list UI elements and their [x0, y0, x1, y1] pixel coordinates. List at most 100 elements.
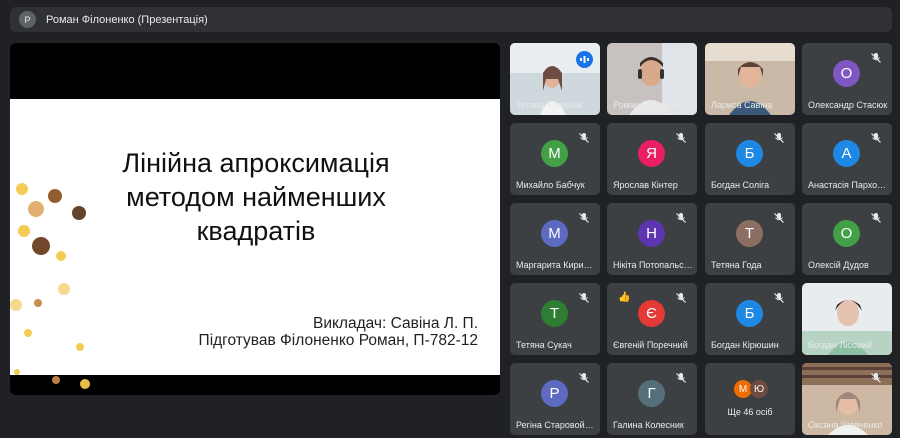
participant-tile-video[interactable]: Роман Філоненко: [607, 43, 697, 115]
participant-avatar: Р: [541, 380, 568, 407]
participant-name: Галина Колесник: [613, 420, 684, 430]
participant-tile[interactable]: Н Нікіта Потопальський: [607, 203, 697, 275]
participant-name: Богдан Соліга: [711, 180, 770, 190]
mic-off-icon: [871, 213, 881, 223]
more-participants-tile[interactable]: М Ю Ще 46 осіб: [705, 363, 795, 435]
mic-off-icon: [676, 213, 686, 223]
slide-title: Лінійна апроксимація методом найменших к…: [66, 146, 446, 248]
participant-tile[interactable]: М Михайло Бабчук: [510, 123, 600, 195]
participant-tile[interactable]: Р Регіна Старовойтова: [510, 363, 600, 435]
participant-tile[interactable]: О Олександр Стасюк: [802, 43, 892, 115]
clap-reaction-icon: [18, 225, 30, 237]
participant-name: Оксана Шевченко: [808, 420, 883, 430]
mic-off-icon: [871, 53, 881, 63]
mic-off-icon: [871, 373, 881, 383]
participant-tile-video[interactable]: Тетяна Куринна: [510, 43, 600, 115]
participant-tile[interactable]: Г Галина Колесник: [607, 363, 697, 435]
participant-avatar: Є: [638, 300, 665, 327]
slide-title-line-2: методом найменших: [126, 182, 386, 212]
clap-reaction-icon: [72, 206, 86, 220]
slide: Лінійна апроксимація методом найменших к…: [10, 99, 500, 375]
more-participants-label: Ще 46 осіб: [727, 407, 773, 417]
participant-tile[interactable]: О Олексій Дудов: [802, 203, 892, 275]
mic-off-icon: [871, 293, 881, 303]
clap-reaction-icon: [58, 283, 70, 295]
participant-avatar: М: [541, 220, 568, 247]
participant-avatar: А: [833, 140, 860, 167]
participant-avatar: О: [833, 220, 860, 247]
participant-name: Тетяна Года: [711, 260, 762, 270]
mic-off-icon: [774, 293, 784, 303]
mic-off-icon: [676, 373, 686, 383]
presenter-avatar: Р: [19, 11, 36, 28]
mic-off-icon: [774, 133, 784, 143]
mic-off-icon: [579, 133, 589, 143]
clap-reaction-icon: [56, 251, 66, 261]
participant-avatar: Б: [736, 300, 763, 327]
clap-reaction-icon: [80, 379, 90, 389]
slide-teacher: Викладач: Савіна Л. П.: [312, 315, 478, 332]
participant-tile[interactable]: М Маргарита Кирилюк: [510, 203, 600, 275]
presentation-bar: Р Роман Філоненко (Презентація): [10, 7, 892, 32]
mic-off-icon: [579, 373, 589, 383]
thumbs-up-reaction-icon: 👍: [618, 292, 631, 303]
participant-name: Анастасія Пархоменко: [808, 180, 888, 190]
participant-name: Нікіта Потопальський: [613, 260, 693, 270]
presentation-stage[interactable]: Лінійна апроксимація методом найменших к…: [10, 43, 500, 395]
clap-reaction-icon: [32, 237, 50, 255]
participant-avatar: Ю: [750, 380, 768, 398]
participant-avatar: Н: [638, 220, 665, 247]
mic-off-icon: [774, 213, 784, 223]
participant-tile[interactable]: Б Богдан Соліга: [705, 123, 795, 195]
participant-name: Маргарита Кирилюк: [516, 260, 596, 270]
more-participants-avatars: М Ю: [734, 380, 774, 400]
participant-tile[interactable]: Б Богдан Кірюшин: [705, 283, 795, 355]
slide-author: Підготував Філоненко Роман, П-782-12: [198, 332, 478, 349]
mic-off-icon: [871, 133, 881, 143]
participant-tile-video[interactable]: Лариса Савіна: [705, 43, 795, 115]
clap-reaction-icon: [48, 189, 62, 203]
participant-avatar: Б: [736, 140, 763, 167]
participant-name: Регіна Старовойтова: [516, 420, 596, 430]
participant-tile[interactable]: Т Тетяна Года: [705, 203, 795, 275]
participant-name: Михайло Бабчук: [516, 180, 585, 190]
participant-tile[interactable]: Я Ярослав Кінтер: [607, 123, 697, 195]
participant-name: Богдан Лісовий: [808, 340, 872, 350]
presentation-title: Роман Філоненко (Презентація): [46, 13, 208, 26]
clap-reaction-icon: [14, 369, 20, 375]
participant-avatar: М: [541, 140, 568, 167]
participant-name: Тетяна Куринна: [516, 100, 582, 110]
participant-tile-video[interactable]: Богдан Лісовий: [802, 283, 892, 355]
clap-reaction-icon: [52, 376, 60, 384]
participant-name: Богдан Кірюшин: [711, 340, 779, 350]
participant-name: Олександр Стасюк: [808, 100, 888, 110]
clap-reaction-icon: [16, 183, 28, 195]
clap-reaction-icon: [76, 343, 84, 351]
participant-avatar: Т: [736, 220, 763, 247]
clap-reaction-icon: [24, 329, 32, 337]
participant-name: Роман Філоненко: [613, 100, 686, 110]
participant-avatar: Г: [638, 380, 665, 407]
mic-off-icon: [676, 293, 686, 303]
mic-off-icon: [579, 213, 589, 223]
participant-name: Євгеній Поречний: [613, 340, 688, 350]
slide-title-line-3: квадратів: [196, 216, 316, 246]
slide-title-line-1: Лінійна апроксимація: [122, 148, 390, 178]
participant-avatar: Я: [638, 140, 665, 167]
mic-off-icon: [676, 133, 686, 143]
participant-name: Олексій Дудов: [808, 260, 869, 270]
participant-name: Тетяна Сукач: [516, 340, 572, 350]
participant-tile[interactable]: А Анастасія Пархоменко: [802, 123, 892, 195]
participant-avatar: Т: [541, 300, 568, 327]
participant-name: Лариса Савіна: [711, 100, 773, 110]
clap-reaction-icon: [34, 299, 42, 307]
participant-name: Ярослав Кінтер: [613, 180, 678, 190]
participant-tile-video[interactable]: Оксана Шевченко: [802, 363, 892, 435]
participant-avatar: О: [833, 60, 860, 87]
participant-tile[interactable]: 👍 Є Євгеній Поречний: [607, 283, 697, 355]
participant-tile[interactable]: Т Тетяна Сукач: [510, 283, 600, 355]
mic-off-icon: [579, 293, 589, 303]
clap-reaction-icon: [28, 201, 44, 217]
clap-reaction-icon: [10, 299, 22, 311]
speaking-indicator-icon: [576, 51, 593, 68]
